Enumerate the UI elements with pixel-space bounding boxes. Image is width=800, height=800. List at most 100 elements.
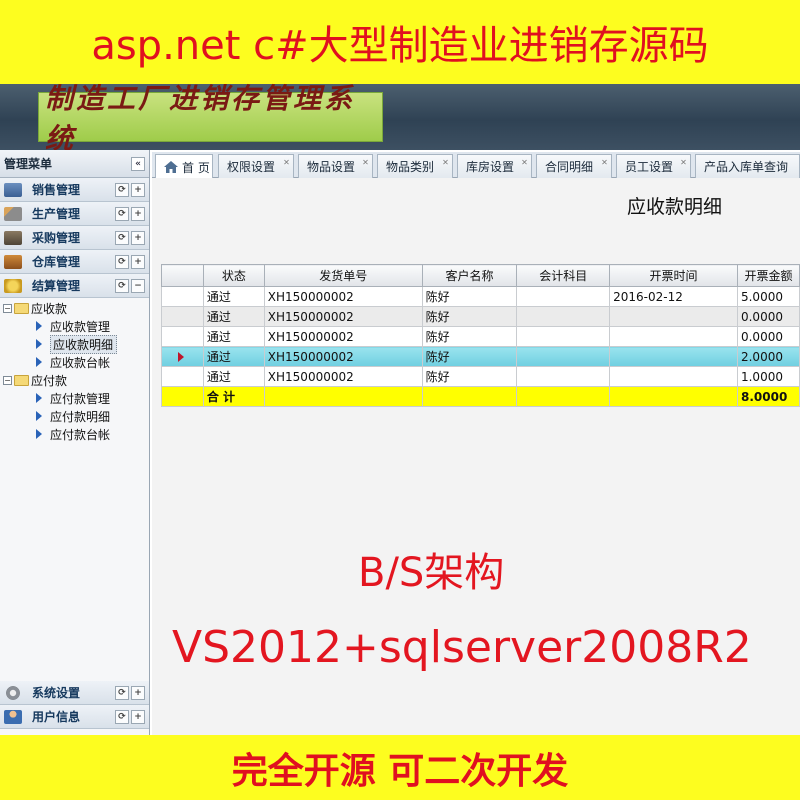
refresh-button[interactable]: ⟳ (115, 279, 129, 293)
tab-warehouse-settings[interactable]: 库房设置 ✕ (457, 154, 532, 178)
collapse-button[interactable]: − (131, 279, 145, 293)
menu-group-purchase[interactable]: 采购管理 ⟳ + (0, 226, 149, 250)
menu-group-sales[interactable]: 销售管理 ⟳ + (0, 178, 149, 202)
cell-customer: 陈好 (421, 286, 518, 307)
tree-item-receivable-manage[interactable]: 应收款管理 (0, 317, 149, 335)
close-icon[interactable]: ✕ (361, 158, 370, 167)
refresh-button[interactable]: ⟳ (115, 710, 129, 724)
column-header[interactable]: 客户名称 (421, 264, 518, 287)
close-icon[interactable]: ✕ (441, 158, 450, 167)
tab-home[interactable]: 首 页 (155, 154, 213, 179)
close-icon[interactable]: ✕ (600, 158, 609, 167)
row-indicator[interactable] (161, 366, 204, 387)
tree-collapse-toggle[interactable]: − (3, 375, 12, 385)
cell-invoice-amount: 1.0000 (736, 366, 800, 387)
cell-invoice-date (609, 346, 738, 367)
collapse-sidebar-button[interactable]: « (131, 156, 145, 171)
menu-group-settlement[interactable]: 结算管理 ⟳ − (0, 274, 149, 298)
refresh-button[interactable]: ⟳ (115, 207, 129, 221)
table-row[interactable]: 通过 XH150000002 陈好 2016-02-12 5.0000 (161, 286, 800, 307)
tab-item-category[interactable]: 物品类别 ✕ (377, 154, 453, 178)
expand-button[interactable]: + (131, 183, 145, 197)
tree-item-receivable-ledger[interactable]: 应收款台帐 (0, 353, 149, 371)
sidebar-bottom-groups: 系统设置 ⟳ + 用户信息 ⟳ + (0, 681, 149, 729)
tab-contract-detail[interactable]: 合同明细 ✕ (536, 154, 612, 178)
page-arrow-icon (36, 393, 42, 403)
app-logo: 制造工厂进销存管理系统 (38, 82, 383, 155)
tab-label: 库房设置 (466, 160, 515, 174)
top-promo-banner: asp.net c#大型制造业进销存源码 (0, 0, 800, 84)
column-header[interactable]: 状态 (202, 264, 265, 287)
tree-item-payable-manage[interactable]: 应付款管理 (0, 389, 149, 407)
tree-item-payable-detail[interactable]: 应付款明细 (0, 407, 149, 425)
cell-invoice-amount: 0.0000 (736, 306, 800, 327)
cell-empty (263, 386, 423, 407)
cell-status: 通过 (202, 286, 265, 307)
tab-inbound-order-query[interactable]: 产品入库单查询 (695, 154, 800, 178)
app-header: 制造工厂进销存管理系统 (0, 82, 800, 155)
table-total-row: 合 计 8.0000 (161, 386, 800, 407)
sidebar-title-bar: 管理菜单 « (0, 150, 149, 178)
truck-icon (4, 230, 22, 245)
refresh-button[interactable]: ⟳ (115, 686, 129, 700)
tree-collapse-toggle[interactable]: − (3, 303, 12, 313)
menu-group-warehouse[interactable]: 仓库管理 ⟳ + (0, 250, 149, 274)
table-row-selected[interactable]: 通过 XH150000002 陈好 2.0000 (161, 346, 800, 367)
expand-button[interactable]: + (131, 255, 145, 269)
menu-group-production[interactable]: 生产管理 ⟳ + (0, 202, 149, 226)
menu-group-label: 销售管理 (32, 183, 81, 197)
column-header[interactable]: 开票金额 (736, 264, 800, 287)
tab-item-settings[interactable]: 物品设置 ✕ (298, 154, 373, 178)
cell-invoice-date (609, 326, 738, 347)
tree-node-payable[interactable]: − 应付款 (0, 371, 149, 389)
tab-label: 物品类别 (386, 160, 435, 174)
column-header[interactable]: 会计科目 (516, 264, 611, 287)
tree-item-receivable-detail[interactable]: 应收款明细 (0, 334, 149, 354)
tab-permission-settings[interactable]: 权限设置 ✕ (218, 154, 294, 178)
close-icon[interactable]: ✕ (520, 158, 529, 167)
cell-status: 通过 (202, 326, 265, 347)
user-icon (4, 709, 22, 724)
cell-account (516, 286, 611, 307)
expand-button[interactable]: + (131, 686, 145, 700)
refresh-button[interactable]: ⟳ (115, 255, 129, 269)
row-indicator[interactable] (161, 286, 204, 307)
cell-customer: 陈好 (421, 326, 518, 347)
tree-node-label: 应付款 (31, 373, 68, 388)
expand-button[interactable]: + (131, 207, 145, 221)
close-icon[interactable]: ✕ (282, 158, 291, 167)
tree-node-receivable[interactable]: − 应收款 (0, 299, 149, 317)
coins-icon (4, 278, 22, 293)
refresh-button[interactable]: ⟳ (115, 231, 129, 245)
row-indicator[interactable] (161, 306, 204, 327)
table-row[interactable]: 通过 XH150000002 陈好 1.0000 (161, 366, 800, 387)
total-label: 合 计 (202, 386, 265, 407)
menu-group-system-settings[interactable]: 系统设置 ⟳ + (0, 681, 149, 705)
cell-account (516, 366, 611, 387)
close-icon[interactable]: ✕ (679, 158, 688, 167)
table-row[interactable]: 通过 XH150000002 陈好 0.0000 (161, 326, 800, 347)
refresh-button[interactable]: ⟳ (115, 183, 129, 197)
tree-item-payable-ledger[interactable]: 应付款台帐 (0, 425, 149, 443)
top-promo-text: asp.net c#大型制造业进销存源码 (91, 23, 709, 69)
menu-group-label: 采购管理 (32, 231, 81, 245)
tech-stack-promo-text: VS2012+sqlserver2008R2 (172, 622, 752, 673)
row-indicator[interactable] (161, 326, 204, 347)
warehouse-icon (4, 254, 22, 269)
expand-button[interactable]: + (131, 231, 145, 245)
sidebar: 管理菜单 « 销售管理 ⟳ + 生产管理 ⟳ + 采购管理 ⟳ + 仓库管理 ⟳ + 结… (0, 150, 150, 735)
row-indicator[interactable] (161, 346, 204, 367)
cell-account (516, 346, 611, 367)
menu-group-user-info[interactable]: 用户信息 ⟳ + (0, 705, 149, 729)
column-header[interactable]: 开票时间 (609, 264, 738, 287)
cell-invoice-date (609, 366, 738, 387)
table-row[interactable]: 通过 XH150000002 陈好 0.0000 (161, 306, 800, 327)
tab-employee-settings[interactable]: 员工设置 ✕ (616, 154, 691, 178)
column-header[interactable]: 发货单号 (263, 264, 423, 287)
expand-button[interactable]: + (131, 710, 145, 724)
cell-status: 通过 (202, 306, 265, 327)
cell-invoice-date (609, 306, 738, 327)
tree-item-label: 应付款台帐 (50, 427, 111, 442)
settlement-tree: − 应收款 应收款管理 应收款明细 应收款台帐 − 应付款 应付款管理 应付款明… (0, 298, 149, 443)
tab-strip: 首 页 权限设置 ✕ 物品设置 ✕ 物品类别 ✕ 库房设置 ✕ 合同明细 ✕ 员工设置 ✕ … (152, 152, 800, 179)
